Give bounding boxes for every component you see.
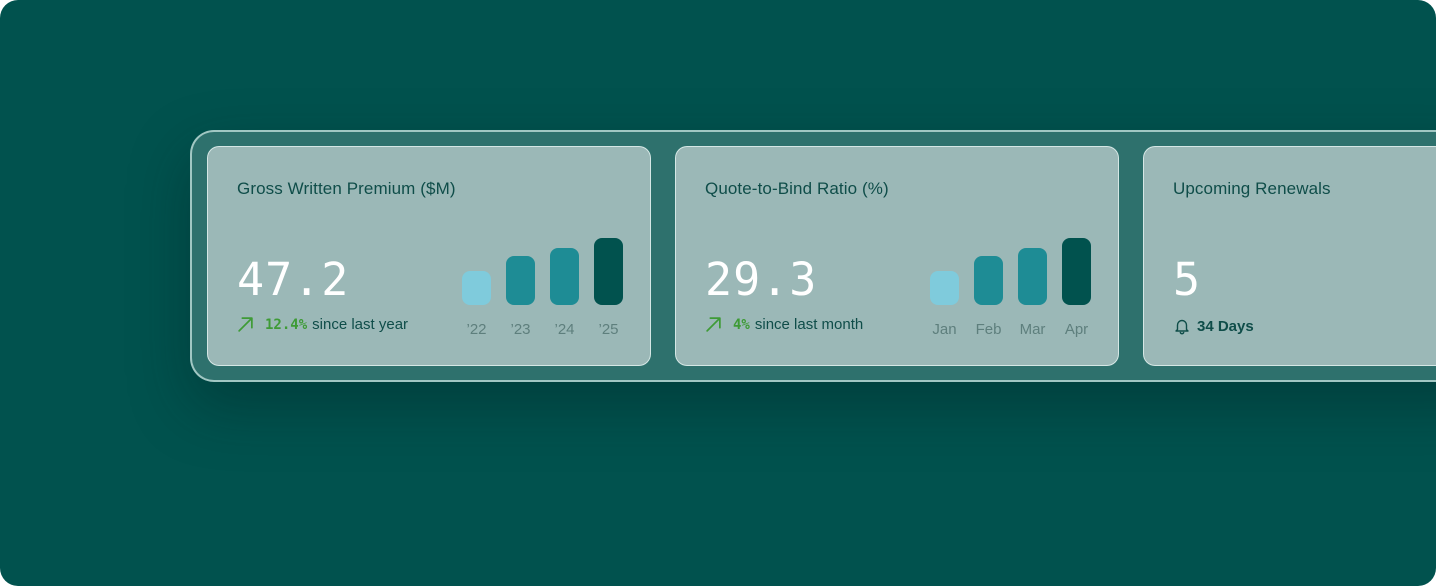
delta-row: 4% since last month — [705, 316, 863, 333]
renewal-badge: 34 Days — [1173, 317, 1254, 335]
kpi-card-upcoming-renewals[interactable]: Upcoming Renewals 5 34 Days — [1143, 146, 1436, 366]
dashboard-background: Gross Written Premium ($M) 47.2 12.4% si… — [0, 0, 1436, 586]
chart-tick-label: ’25 — [598, 321, 619, 338]
kpi-card-quote-to-bind[interactable]: Quote-to-Bind Ratio (%) 29.3 4% since la… — [675, 146, 1119, 366]
chart-bar-1 — [930, 271, 959, 305]
chart-bar-4 — [1062, 238, 1091, 305]
chart-tick-label: Mar — [1019, 321, 1046, 338]
delta-percent: 4% — [733, 316, 750, 333]
card-title: Quote-to-Bind Ratio (%) — [705, 179, 889, 198]
chart-bar-2 — [974, 256, 1003, 305]
mini-bar-chart: ’22 ’23 ’24 ’25 — [458, 237, 630, 342]
delta-label: since last month — [754, 316, 864, 333]
card-title: Upcoming Renewals — [1173, 179, 1331, 198]
chart-bar-3 — [550, 248, 579, 305]
card-title: Gross Written Premium ($M) — [237, 179, 456, 198]
chart-bar-4 — [594, 238, 623, 305]
delta-label: since last year — [312, 316, 409, 333]
mini-bar-chart: Jan Feb Mar Apr — [926, 237, 1098, 342]
trend-up-icon — [238, 317, 253, 332]
chart-tick-label: Apr — [1064, 321, 1089, 338]
metric-value: 47.2 — [237, 253, 350, 306]
chart-bar-1 — [462, 271, 491, 305]
chart-tick-label: ’22 — [466, 321, 487, 338]
chart-bar-3 — [1018, 248, 1047, 305]
kpi-card-gross-written-premium[interactable]: Gross Written Premium ($M) 47.2 12.4% si… — [207, 146, 651, 366]
chart-tick-label: Jan — [932, 321, 957, 338]
chart-tick-label: Feb — [975, 321, 1002, 338]
chart-tick-label: ’23 — [510, 321, 531, 338]
chart-bar-2 — [506, 256, 535, 305]
delta-row: 12.4% since last year — [237, 316, 408, 333]
delta-percent: 12.4% — [265, 316, 308, 333]
renewal-days: 34 Days — [1197, 317, 1254, 335]
chart-tick-label: ’24 — [554, 321, 575, 338]
trend-up-icon — [706, 317, 721, 332]
metric-value: 5 — [1173, 253, 1202, 306]
bell-icon — [1175, 319, 1189, 335]
metric-value: 29.3 — [705, 253, 818, 306]
